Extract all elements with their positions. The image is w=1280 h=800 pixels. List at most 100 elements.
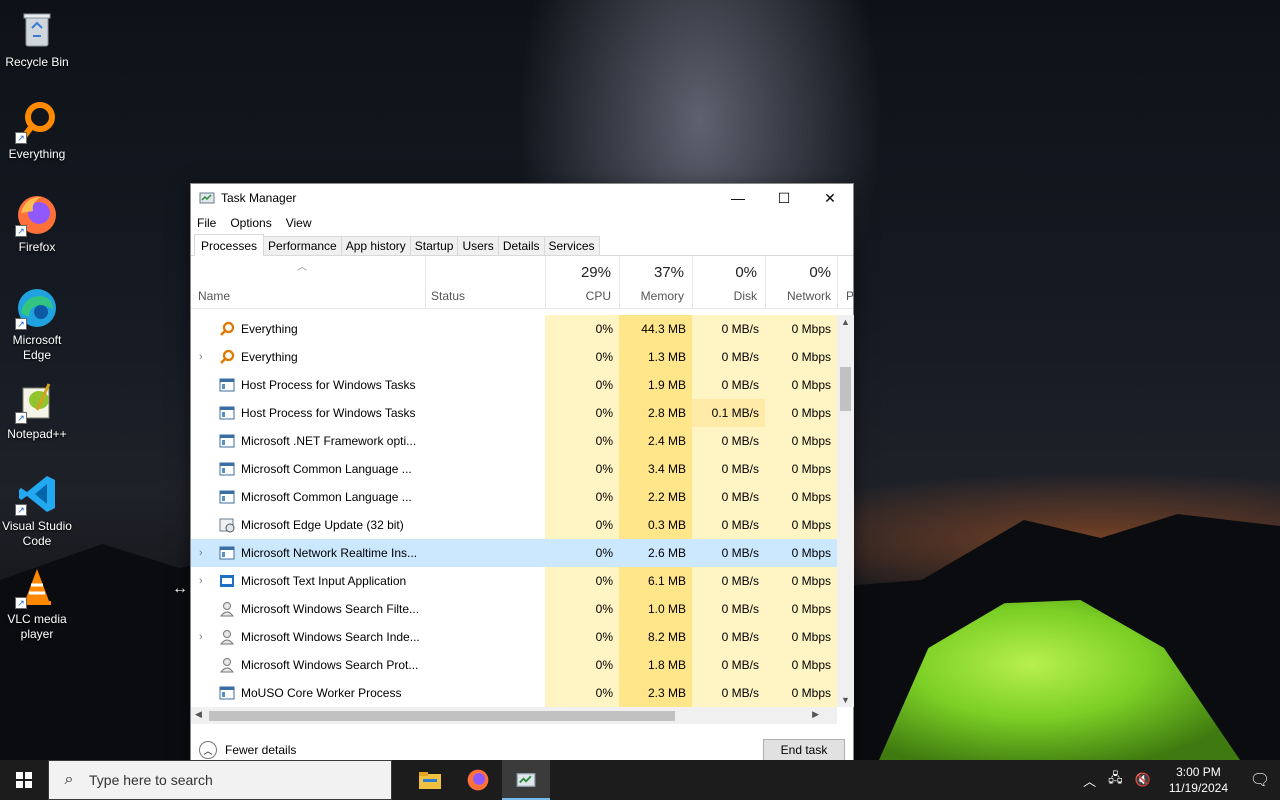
start-button[interactable] — [0, 760, 48, 800]
desktop-icon-everything[interactable]: ↗ Everything — [0, 100, 74, 162]
process-name: Microsoft Edge Update (32 bit) — [241, 518, 404, 532]
vertical-scrollbar[interactable]: ▲ ▼ — [837, 315, 854, 707]
process-cpu: 0% — [545, 567, 619, 595]
process-row[interactable]: Host Process for Windows Tasks 0% 1.9 MB 0 … — [191, 371, 837, 399]
process-row[interactable]: Microsoft Windows Search Prot... 0% 1.8 MB… — [191, 651, 837, 679]
desktop-icon-vscode[interactable]: ↗ Visual Studio Code — [0, 472, 74, 549]
scroll-down-icon[interactable]: ▼ — [837, 695, 854, 705]
process-memory: 2.8 MB — [619, 399, 692, 427]
horizontal-scrollbar[interactable]: ◀ ▶ — [191, 707, 837, 724]
fewer-details-button[interactable]: ︿ Fewer details — [199, 741, 296, 759]
process-cpu: 0% — [545, 651, 619, 679]
process-disk: 0 MB/s — [692, 315, 765, 343]
col-power-partial[interactable]: P — [846, 289, 854, 303]
scroll-left-icon[interactable]: ◀ — [195, 709, 202, 720]
chevron-up-icon[interactable]: ︿ — [1083, 771, 1096, 790]
process-row[interactable]: Microsoft .NET Framework opti... 0% 2.4 MB… — [191, 427, 837, 455]
process-name: Everything — [241, 322, 298, 336]
col-memory[interactable]: Memory — [641, 289, 684, 303]
process-memory: 0.3 MB — [619, 511, 692, 539]
process-row[interactable]: Microsoft Edge Update (32 bit) 0% 0.3 MB 0 … — [191, 511, 837, 539]
process-row[interactable]: › Microsoft Text Input Application 0% 6.1 M… — [191, 567, 837, 595]
window-icon — [219, 377, 235, 393]
task-manager-icon — [199, 190, 215, 206]
process-row[interactable]: Host Process for Windows Tasks 0% 2.8 MB 0.… — [191, 399, 837, 427]
scroll-right-icon[interactable]: ▶ — [812, 709, 819, 720]
edge-icon: ↗ — [15, 286, 59, 330]
expand-chevron-icon[interactable]: › — [199, 547, 203, 559]
vlc-icon: ↗ — [15, 565, 59, 609]
taskbar-task-manager[interactable] — [502, 760, 550, 800]
process-row[interactable]: Microsoft Windows Search Filte... 0% 1.0 M… — [191, 595, 837, 623]
process-disk: 0 MB/s — [692, 539, 765, 567]
process-row[interactable]: Microsoft Common Language ... 0% 2.2 MB 0 M… — [191, 483, 837, 511]
process-row[interactable]: Microsoft Common Language ... 0% 3.4 MB 0 M… — [191, 455, 837, 483]
process-cpu: 0% — [545, 399, 619, 427]
process-network: 0 Mbps — [765, 343, 837, 371]
volume-muted-icon[interactable]: 🔇 — [1135, 772, 1151, 788]
process-row[interactable]: › Microsoft Network Realtime Ins... 0% 2.6 … — [191, 539, 837, 567]
process-cpu: 0% — [545, 371, 619, 399]
cpu-percent: 29% — [580, 264, 611, 281]
end-task-button[interactable]: End task — [763, 739, 845, 761]
minimize-button[interactable]: — — [715, 184, 761, 212]
tab-startup[interactable]: Startup — [409, 236, 459, 255]
notepadpp-icon: ↗ — [15, 380, 59, 424]
col-network[interactable]: Network — [787, 289, 831, 303]
taskbar-firefox[interactable] — [454, 760, 502, 800]
process-row[interactable]: Everything 0% 44.3 MB 0 MB/s 0 Mbps — [191, 315, 837, 343]
col-disk[interactable]: Disk — [734, 289, 757, 303]
window-icon — [219, 545, 235, 561]
col-cpu[interactable]: CPU — [586, 289, 611, 303]
tab-details[interactable]: Details — [497, 236, 545, 255]
process-row[interactable]: MoUSO Core Worker Process 0% 2.3 MB 0 MB/s 0… — [191, 679, 837, 707]
maximize-button[interactable]: ☐ — [761, 184, 807, 212]
process-memory: 1.3 MB — [619, 343, 692, 371]
network-icon[interactable]: 🖧 — [1108, 769, 1123, 791]
col-status[interactable]: Status — [431, 289, 465, 303]
taskbar-file-explorer[interactable] — [406, 760, 454, 800]
resize-cursor: ↔ — [172, 580, 188, 597]
process-name: Host Process for Windows Tasks — [241, 406, 416, 420]
process-memory: 1.0 MB — [619, 595, 692, 623]
network-percent: 0% — [809, 264, 831, 281]
sort-up-icon: ︿ — [297, 262, 307, 273]
process-disk: 0.1 MB/s — [692, 399, 765, 427]
tab-processes[interactable]: Processes — [194, 234, 265, 256]
title-bar[interactable]: Task Manager — ☐ ✕ — [191, 184, 853, 212]
process-disk: 0 MB/s — [692, 623, 765, 651]
tab-services[interactable]: Services — [543, 236, 600, 255]
process-memory: 2.3 MB — [619, 679, 692, 707]
expand-chevron-icon[interactable]: › — [199, 575, 203, 587]
task-manager-window[interactable]: Task Manager — ☐ ✕ File Options View Pro… — [190, 183, 854, 773]
clock[interactable]: 3:00 PM 11/19/2024 — [1169, 764, 1228, 796]
desktop-icon-firefox[interactable]: ↗ Firefox — [0, 193, 74, 255]
menu-options[interactable]: Options — [230, 216, 271, 230]
menu-view[interactable]: View — [286, 216, 312, 230]
window-icon — [219, 685, 235, 701]
vertical-scroll-thumb[interactable] — [840, 367, 851, 411]
tab-performance[interactable]: Performance — [263, 236, 342, 255]
desktop-icon-recycle-bin[interactable]: Recycle Bin — [0, 8, 74, 70]
desktop-icon-vlc[interactable]: ↗ VLC media player — [0, 565, 74, 642]
process-network: 0 Mbps — [765, 623, 837, 651]
process-memory: 1.9 MB — [619, 371, 692, 399]
expand-chevron-icon[interactable]: › — [199, 631, 203, 643]
process-row[interactable]: › Microsoft Windows Search Inde... 0% 8.2 M… — [191, 623, 837, 651]
scroll-up-icon[interactable]: ▲ — [837, 317, 854, 327]
tab-strip: Processes Performance App history Startu… — [191, 234, 853, 256]
col-name[interactable]: Name — [198, 289, 230, 303]
tab-users[interactable]: Users — [457, 236, 499, 255]
tab-app-history[interactable]: App history — [340, 236, 411, 255]
process-cpu: 0% — [545, 455, 619, 483]
notification-icon[interactable]: 🗨 — [1240, 770, 1280, 790]
horizontal-scroll-thumb[interactable] — [209, 711, 675, 721]
process-row[interactable]: › Everything 0% 1.3 MB 0 MB/s 0 Mbps — [191, 343, 837, 371]
taskbar-search-box[interactable]: ⌕ Type here to search — [48, 760, 392, 800]
window-icon — [219, 405, 235, 421]
expand-chevron-icon[interactable]: › — [199, 351, 203, 363]
close-button[interactable]: ✕ — [807, 184, 853, 212]
desktop-icon-edge[interactable]: ↗ Microsoft Edge — [0, 286, 74, 363]
menu-file[interactable]: File — [197, 216, 216, 230]
desktop-icon-notepadpp[interactable]: ↗ Notepad++ — [0, 380, 74, 442]
